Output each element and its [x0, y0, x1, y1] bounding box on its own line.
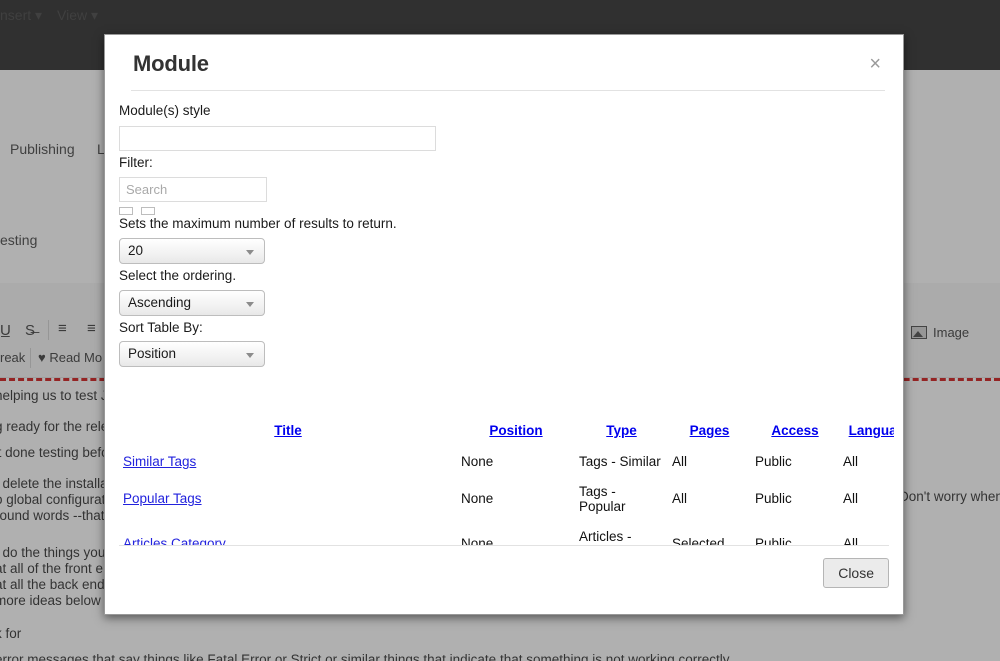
modules-table: Title Position Type Pages Access Languag…: [119, 421, 894, 545]
sort-select[interactable]: Position: [119, 341, 265, 368]
modal-body: Module(s) style Filter: Sets the maximum…: [105, 91, 903, 545]
filter-clear-button[interactable]: [141, 206, 156, 215]
cell-pages: All: [672, 454, 688, 469]
filter-search-button[interactable]: [119, 206, 133, 215]
cell-type: Articles - Category: [579, 528, 634, 545]
module-title-link[interactable]: Articles Category: [123, 536, 226, 545]
cell-position: None: [461, 491, 494, 507]
column-header-access[interactable]: Access: [751, 421, 839, 447]
module-modal: Module × Module(s) style Filter: Sets th…: [104, 34, 904, 615]
table-row[interactable]: Popular Tags None Tags - Popular All Pub…: [119, 477, 894, 522]
modal-header: Module ×: [105, 35, 903, 91]
module-style-label: Module(s) style: [119, 103, 211, 118]
cell-language: All: [843, 536, 859, 545]
filter-label: Filter:: [119, 154, 153, 170]
cell-language: All: [843, 454, 859, 469]
cell-access: Public: [755, 454, 792, 469]
ordering-select[interactable]: Ascending: [119, 289, 265, 316]
modules-table-scroll-area[interactable]: Title Position Type Pages Access Languag…: [119, 421, 894, 545]
modules-table-body: Similar Tags None Tags - Similar All Pub…: [119, 447, 894, 545]
column-header-language[interactable]: Language: [839, 421, 894, 447]
column-header-type[interactable]: Type: [575, 421, 668, 447]
table-row[interactable]: Articles Category None Articles - Catego…: [119, 522, 894, 545]
column-header-title[interactable]: Title: [119, 421, 457, 447]
filter-button-row: [119, 206, 879, 216]
ordering-label: Select the ordering.: [119, 267, 237, 283]
column-header-position[interactable]: Position: [457, 421, 575, 447]
module-title-link[interactable]: Popular Tags: [123, 491, 202, 506]
modal-footer: Close: [119, 545, 889, 614]
cell-position: None: [461, 536, 494, 545]
cell-type: Tags - Similar: [579, 454, 661, 469]
search-input[interactable]: [119, 176, 267, 202]
chevron-down-icon: [246, 353, 254, 359]
sort-select-value: Position: [128, 346, 177, 362]
cell-type: Tags - Popular: [579, 483, 626, 515]
chevron-down-icon: [246, 301, 254, 307]
close-icon[interactable]: ×: [869, 54, 881, 74]
cell-pages: All: [672, 491, 688, 507]
modal-title: Module: [133, 51, 209, 76]
close-button[interactable]: Close: [823, 558, 889, 588]
limit-label: Sets the maximum number of results to re…: [119, 215, 397, 231]
sort-label: Sort Table By:: [119, 319, 203, 335]
module-style-input[interactable]: [119, 125, 436, 151]
table-header-row: Title Position Type Pages Access Languag…: [119, 421, 894, 447]
cell-position: None: [461, 454, 494, 469]
module-title-link[interactable]: Similar Tags: [123, 454, 196, 469]
cell-access: Public: [755, 536, 792, 545]
table-row[interactable]: Similar Tags None Tags - Similar All Pub…: [119, 447, 894, 477]
column-header-pages[interactable]: Pages: [668, 421, 751, 447]
cell-pages: Selected: [672, 536, 725, 545]
module-filter-form: Module(s) style Filter: Sets the maximum…: [119, 103, 879, 368]
limit-select[interactable]: 20: [119, 237, 265, 264]
cell-access: Public: [755, 491, 792, 507]
limit-select-value: 20: [128, 242, 144, 258]
ordering-select-value: Ascending: [128, 294, 192, 310]
cell-language: All: [843, 491, 859, 507]
chevron-down-icon: [246, 249, 254, 255]
